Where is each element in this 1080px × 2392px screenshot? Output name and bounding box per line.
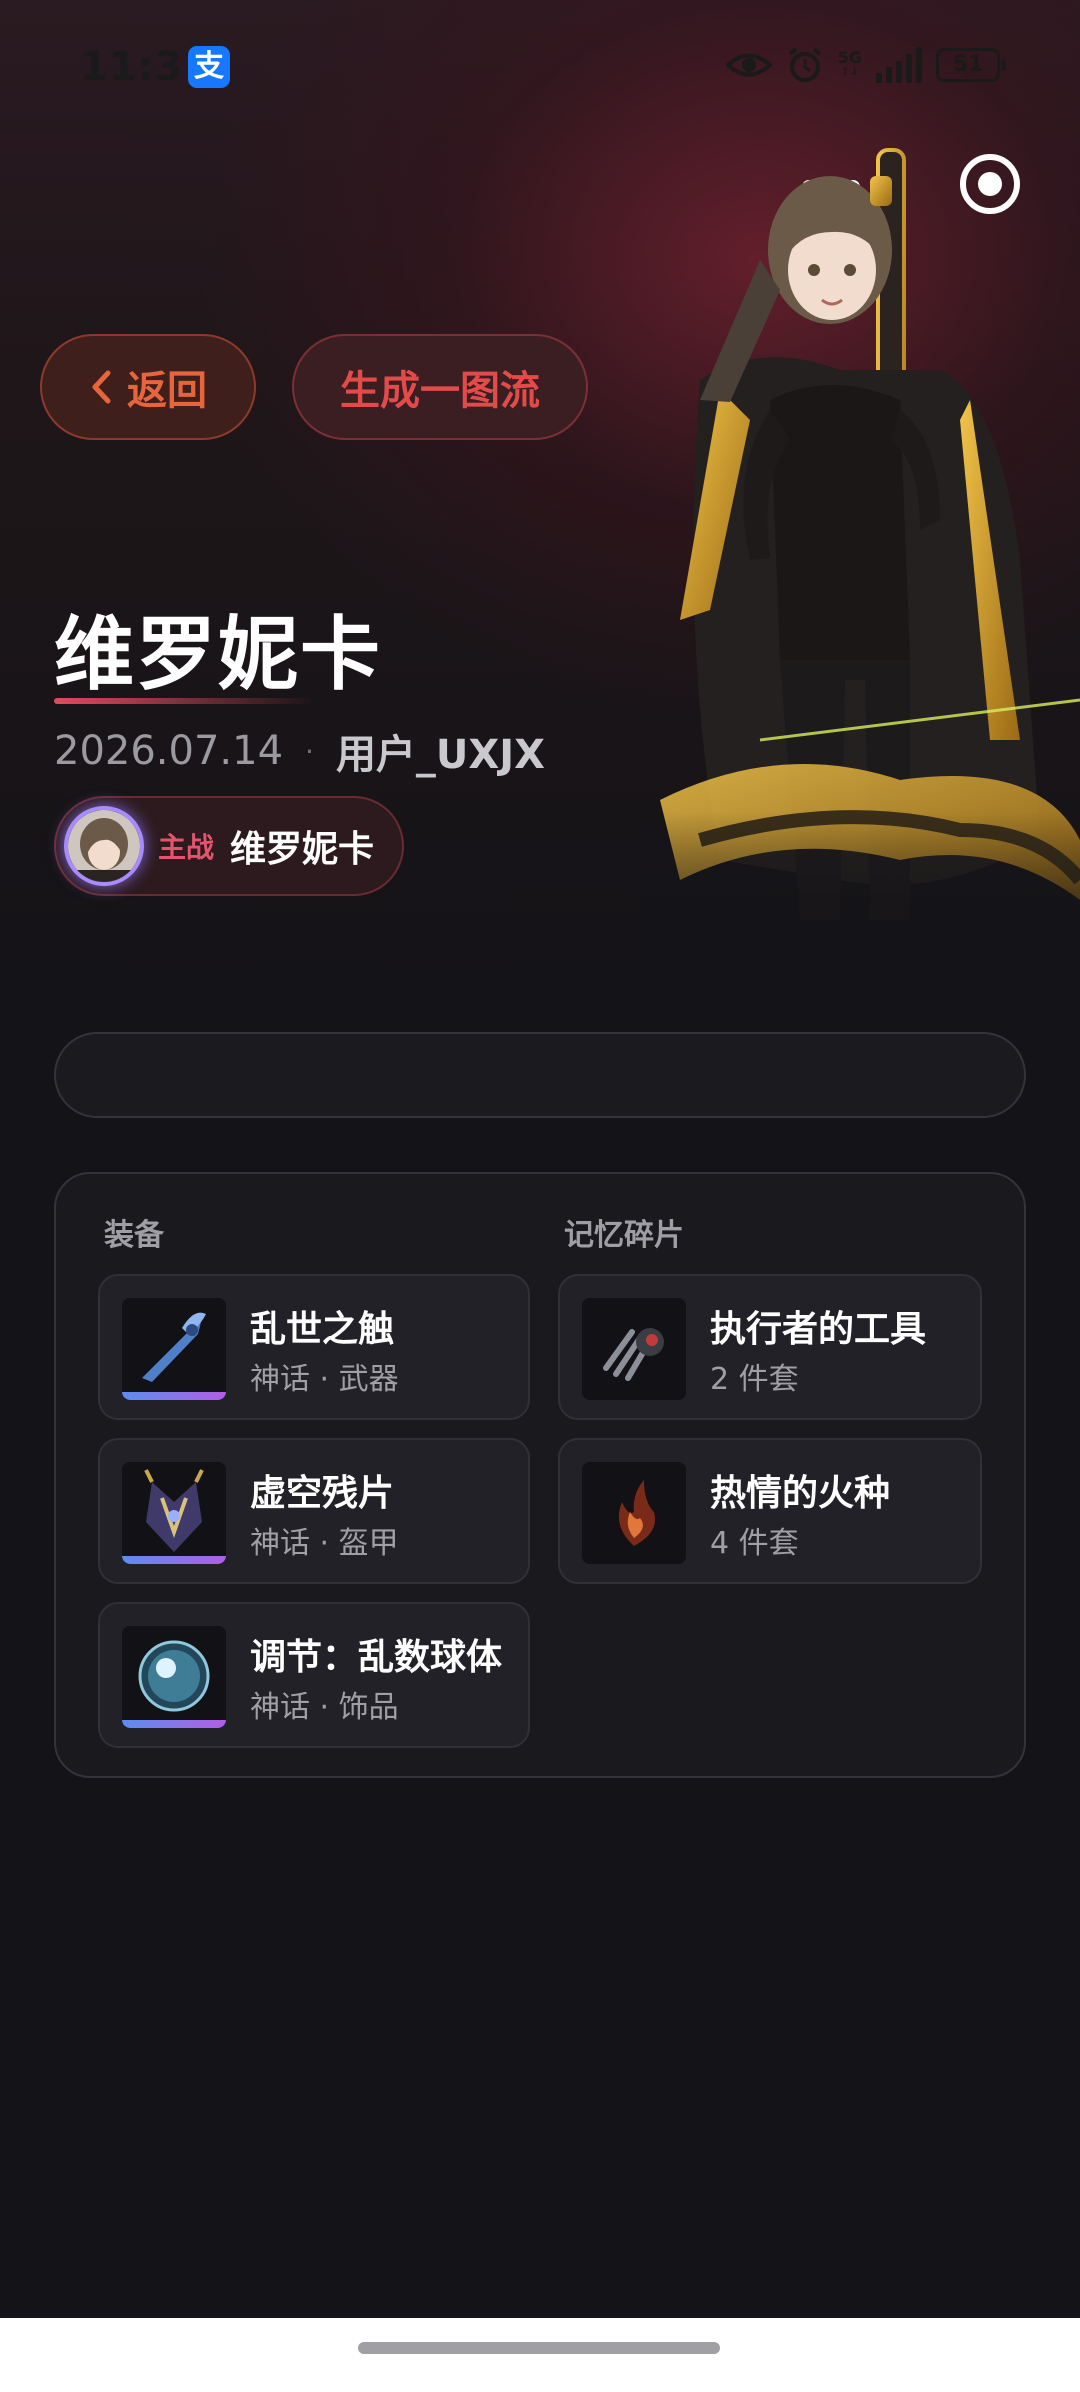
main-character-name: 维罗妮卡 [230,829,375,870]
flame-icon [582,1462,686,1564]
avatar [64,806,144,886]
weapon-icon [122,1298,226,1400]
page-title: 维罗妮卡 [54,608,382,701]
fragment-card[interactable]: 执行者的工具 2 件套 [558,1274,982,1420]
status-icons: 5G ↑↓ 51 [725,46,1006,84]
claw-icon [582,1298,686,1400]
signal-icon [876,47,922,83]
status-bar: 11:37 支 5G ↑↓ 51 [0,0,1080,130]
character-artwork [640,140,1080,980]
bottom-gesture-area [0,2318,1080,2392]
network-label: 5G [837,48,862,67]
main-tag: 主战 [158,831,215,864]
alarm-icon [788,47,822,82]
item-name: 调节：乱数球体 [250,1637,503,1678]
armor-icon [122,1462,226,1564]
back-label: 返回 [127,368,207,414]
network-arrows: ↑↓ [840,65,860,78]
item-subtitle: 2 件套 [710,1362,799,1397]
item-subtitle: 4 件套 [710,1526,799,1561]
date-text: 2026.07.14 [54,728,284,774]
network-indicator: 5G ↑↓ [837,48,862,79]
item-subtitle: 神话 · 盔甲 [250,1526,399,1561]
meta-separator: · [305,734,314,768]
eye-icon [725,53,772,77]
chevron-left-icon [92,370,111,404]
generate-image-button[interactable]: 生成一图流 [292,334,588,440]
equipment-card[interactable]: 乱世之触 神话 · 武器 [98,1274,530,1420]
item-name: 乱世之触 [250,1309,395,1350]
meta-line: 2026.07.14 · 用户_UXJX [54,722,545,780]
item-subtitle: 神话 · 饰品 [250,1690,399,1725]
empty-info-bar [54,1032,1026,1118]
equipment-card[interactable]: 调节：乱数球体 神话 · 饰品 [98,1602,530,1748]
gear-panel: 装备 记忆碎片 乱世之触 神话 · 武器 虚空残片 神话 · 盔甲 调节：乱数球… [54,1172,1026,1778]
main-character-badge[interactable]: 主战 维罗妮卡 [54,796,404,896]
equipment-card[interactable]: 虚空残片 神话 · 盔甲 [98,1438,530,1584]
equipment-header: 装备 [104,1218,164,1253]
battery-icon: 51 [936,48,1006,82]
generate-label: 生成一图流 [340,368,540,414]
title-underline [54,698,314,704]
orb-icon [122,1626,226,1728]
alipay-icon: 支 [188,46,230,88]
item-name: 执行者的工具 [710,1309,927,1350]
fragment-card[interactable]: 热情的火种 4 件套 [558,1438,982,1584]
item-name: 热情的火种 [710,1473,891,1514]
home-indicator[interactable] [358,2342,720,2354]
back-button[interactable]: 返回 [40,334,256,440]
fragments-header: 记忆碎片 [564,1218,684,1253]
item-subtitle: 神话 · 武器 [250,1362,399,1397]
item-name: 虚空残片 [250,1473,395,1514]
user-name: 用户_UXJX [335,732,545,778]
